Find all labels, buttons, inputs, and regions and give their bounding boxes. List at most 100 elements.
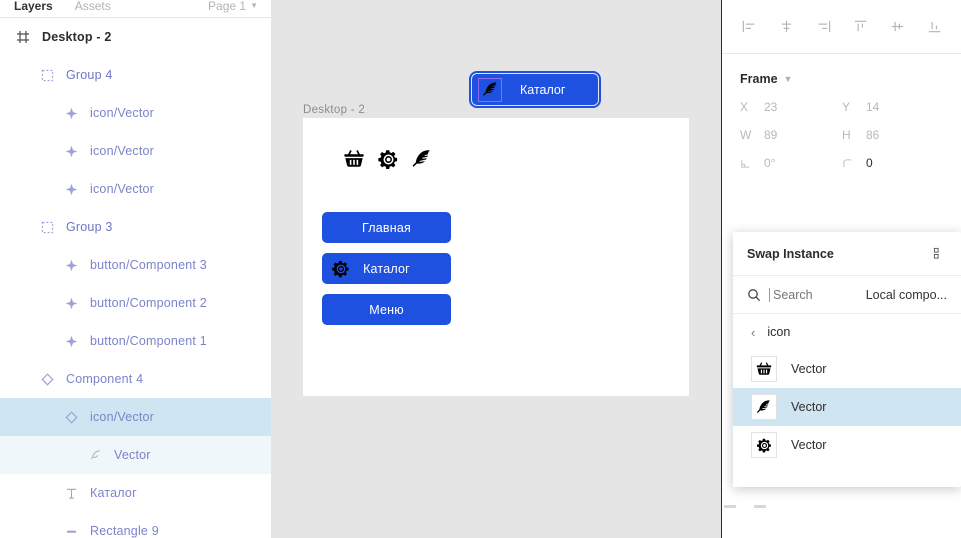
frame-property-grid: X 23 Y 14 W 89 H 86 0° 0 — [722, 96, 961, 170]
layer-row[interactable]: icon/Vector — [0, 170, 271, 208]
component-list: Vector Vector Vector — [733, 350, 961, 464]
component-icon — [62, 408, 80, 426]
frame-section-header[interactable]: Frame ▼ — [722, 54, 961, 96]
layer-row[interactable]: Vector — [0, 436, 271, 474]
gear-icon — [331, 259, 351, 279]
swap-instance-title: Swap Instance — [747, 246, 834, 261]
text-icon — [62, 484, 80, 502]
layer-row[interactable]: Component 4 — [0, 360, 271, 398]
layer-row[interactable]: Каталог — [0, 474, 271, 512]
property-field[interactable]: H 86 — [842, 128, 944, 142]
layer-row-label: Component 4 — [66, 372, 144, 386]
layer-row[interactable]: Rectangle 9 — [0, 512, 271, 538]
rectangle-icon — [62, 522, 80, 538]
alignment-toolbar — [722, 0, 961, 54]
icon-row — [341, 146, 435, 172]
layer-row-label: icon/Vector — [90, 106, 155, 120]
component-list-item[interactable]: Vector — [733, 388, 961, 426]
feather-icon[interactable] — [478, 77, 502, 102]
canvas-button-glavnaya[interactable]: Главная — [322, 212, 451, 243]
tab-layers[interactable]: Layers — [14, 0, 53, 13]
align-top-icon[interactable] — [849, 15, 872, 39]
component-label: Vector — [791, 438, 827, 452]
component-label: Vector — [791, 362, 827, 376]
page-selector[interactable]: Page 1 ▼ — [208, 0, 258, 13]
component-list-item[interactable]: Vector — [733, 426, 961, 464]
property-value: 23 — [764, 100, 778, 114]
layer-row-label: Group 3 — [66, 220, 113, 234]
layer-row[interactable]: button/Component 1 — [0, 322, 271, 360]
layer-tree: Desktop - 2 Group 4 icon/Vector icon/Vec… — [0, 18, 271, 538]
property-key: H — [842, 128, 851, 142]
layer-row-label: Rectangle 9 — [90, 524, 159, 538]
property-field[interactable]: 0 — [842, 156, 944, 170]
property-field[interactable]: Y 14 — [842, 100, 944, 114]
align-horizontal-center-icon[interactable] — [775, 15, 798, 39]
property-value: 0° — [764, 156, 776, 170]
instance-icon — [62, 142, 80, 160]
basket-icon[interactable] — [341, 146, 367, 172]
canvas-button-katalog[interactable]: Каталог — [322, 253, 451, 284]
instance-icon — [62, 294, 80, 312]
frame-name-label[interactable]: Desktop - 2 — [303, 104, 365, 116]
basket-icon — [751, 356, 777, 382]
desktop-2-frame[interactable]: Главная Каталог Меню — [303, 118, 689, 396]
canvas-button-label: Каталог — [363, 261, 410, 276]
layer-row-label: button/Component 1 — [90, 334, 207, 348]
sidebar-tab-bar: Layers Assets Page 1 ▼ — [0, 0, 271, 18]
corner-radius-icon — [842, 158, 854, 169]
gear-icon[interactable] — [375, 146, 401, 172]
align-left-icon[interactable] — [738, 15, 761, 39]
property-value: 0 — [866, 156, 873, 170]
property-key: Y — [842, 100, 851, 114]
align-right-icon[interactable] — [812, 15, 835, 39]
property-field[interactable]: W 89 — [740, 128, 842, 142]
component-source-dropdown[interactable]: Local compo... — [866, 288, 947, 302]
align-bottom-icon[interactable] — [923, 15, 946, 39]
feather-icon — [751, 394, 777, 420]
feather-icon[interactable] — [409, 146, 435, 172]
property-field[interactable]: 0° — [740, 156, 842, 170]
design-canvas[interactable]: Desktop - 2 Главная Каталог Меню Каталог — [272, 0, 721, 538]
layer-row[interactable]: Group 4 — [0, 56, 271, 94]
property-field[interactable]: X 23 — [740, 100, 842, 114]
layer-row[interactable]: icon/Vector — [0, 398, 271, 436]
tab-assets[interactable]: Assets — [75, 0, 111, 13]
layer-row-label: Vector — [114, 448, 151, 462]
layer-row[interactable]: icon/Vector — [0, 132, 271, 170]
selected-instance-button-katalog[interactable]: Каталог — [469, 71, 601, 108]
gear-icon — [751, 432, 777, 458]
swap-instance-breadcrumb[interactable]: ‹ icon — [733, 314, 961, 350]
search-input[interactable] — [769, 287, 847, 302]
instance-icon — [62, 332, 80, 350]
layer-row-label: Group 4 — [66, 68, 113, 82]
layers-sidebar: Layers Assets Page 1 ▼ Desktop - 2 Group… — [0, 0, 272, 538]
vector-pen-icon — [86, 446, 104, 464]
chevron-down-icon[interactable]: ▼ — [784, 74, 793, 84]
layer-row[interactable]: button/Component 2 — [0, 284, 271, 322]
layer-row[interactable]: Group 3 — [0, 208, 271, 246]
swap-instance-popover: Swap Instance Local compo... ‹ icon — [733, 232, 961, 487]
search-icon — [747, 288, 761, 302]
align-vertical-center-icon[interactable] — [886, 15, 909, 39]
component-list-item[interactable]: Vector — [733, 350, 961, 388]
canvas-button-label: Главная — [362, 220, 411, 235]
layer-row[interactable]: Desktop - 2 — [0, 18, 271, 56]
layer-row-label: Каталог — [90, 486, 137, 500]
property-key: W — [740, 128, 752, 142]
instance-icon — [62, 256, 80, 274]
instance-icon — [62, 104, 80, 122]
layer-row-label: icon/Vector — [90, 182, 155, 196]
layer-row[interactable]: button/Component 3 — [0, 246, 271, 284]
obscured-control-b — [754, 505, 766, 508]
swap-instance-search-bar[interactable]: Local compo... — [733, 276, 961, 314]
canvas-button-menyu[interactable]: Меню — [322, 294, 451, 325]
chevron-left-icon[interactable]: ‹ — [751, 325, 755, 340]
property-value: 89 — [764, 128, 778, 142]
layer-row-label: button/Component 3 — [90, 258, 207, 272]
layer-row-label: button/Component 2 — [90, 296, 207, 310]
grid-view-icon[interactable] — [933, 247, 947, 261]
property-key: X — [740, 100, 749, 114]
figma-window: Layers Assets Page 1 ▼ Desktop - 2 Group… — [0, 0, 961, 538]
layer-row[interactable]: icon/Vector — [0, 94, 271, 132]
